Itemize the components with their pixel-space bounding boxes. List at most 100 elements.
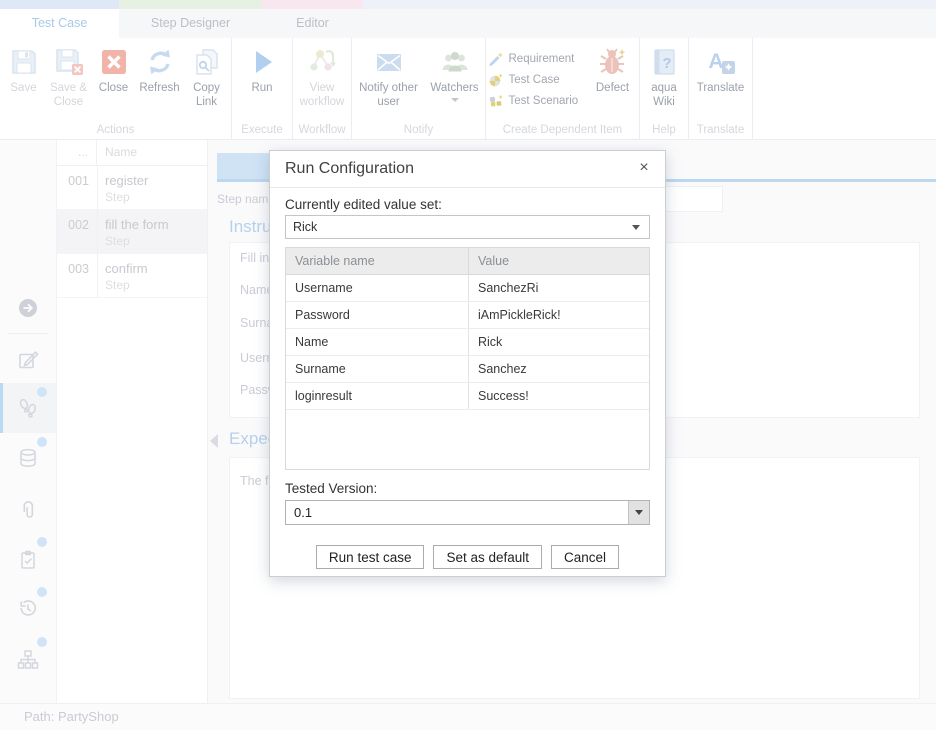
ribbon-group-notify: Notify other user Watchers Notify xyxy=(352,38,486,139)
table-row-loginresult[interactable]: loginresult Success! xyxy=(286,383,649,410)
save-icon xyxy=(8,46,40,78)
ribbon-group-create-dependent-item: Requirement Test Case Test Scenario xyxy=(486,38,640,139)
svg-text:?: ? xyxy=(662,55,671,72)
ribbon-group-actions: Save Save & Close Close xyxy=(0,38,232,139)
run-label: Run xyxy=(251,81,272,95)
notify-other-user-button[interactable]: Notify other user xyxy=(353,44,425,109)
value-set-select[interactable]: Rick xyxy=(285,215,650,239)
variable-name-cell: loginresult xyxy=(286,383,469,409)
variable-value-cell: Success! xyxy=(469,383,649,409)
view-workflow-button[interactable]: View workflow xyxy=(294,44,350,109)
step-number: 002 xyxy=(57,218,97,254)
save-and-close-label: Save & Close xyxy=(46,81,92,109)
table-row-password[interactable]: Password iAmPickleRick! xyxy=(286,302,649,329)
sidebar-item-go[interactable] xyxy=(0,283,56,333)
active-item-indicator xyxy=(0,383,3,433)
sidebar-item-history[interactable] xyxy=(0,583,56,633)
refresh-icon xyxy=(144,46,176,78)
table-row-username[interactable]: Username SanchezRi xyxy=(286,275,649,302)
step-number: 003 xyxy=(57,262,97,298)
step-type: Step xyxy=(105,234,130,248)
envelope-icon xyxy=(373,46,405,78)
collapse-section-icon[interactable] xyxy=(210,434,218,448)
close-button[interactable]: Close xyxy=(92,44,136,95)
ribbon-group-label-workflow: Workflow xyxy=(293,124,351,136)
tab-strip-rest xyxy=(363,0,936,9)
create-test-case-button[interactable]: Test Case xyxy=(488,69,588,90)
set-as-default-button[interactable]: Set as default xyxy=(433,545,542,569)
tab-test-case[interactable]: Test Case xyxy=(0,9,119,38)
tested-version-combobox[interactable]: 0.1 xyxy=(285,500,650,525)
step-name: register xyxy=(105,173,148,188)
tab-strip-step-designer xyxy=(119,0,262,9)
save-label: Save xyxy=(10,81,36,95)
test-case-icon xyxy=(488,72,504,88)
history-icon xyxy=(17,597,39,619)
variable-value-cell: SanchezRi xyxy=(469,275,649,301)
sidebar-item-hierarchy[interactable] xyxy=(0,635,56,685)
run-button[interactable]: Run xyxy=(238,44,286,95)
bug-icon xyxy=(597,46,629,78)
ribbon-group-label-actions: Actions xyxy=(0,124,231,136)
copy-link-label: Copy Link xyxy=(184,81,230,109)
sidebar-item-steps[interactable] xyxy=(0,383,56,433)
select-caret-icon xyxy=(632,225,640,230)
save-close-icon xyxy=(53,46,85,78)
ribbon-tab-bar: Test Case Step Designer Editor xyxy=(0,9,936,38)
steps-notification-badge xyxy=(37,387,47,397)
sidebar-item-data[interactable] xyxy=(0,433,56,483)
step-row-fill-the-form[interactable]: 002 fill the form Step xyxy=(57,210,208,254)
copy-link-button[interactable]: Copy Link xyxy=(184,44,230,109)
notify-other-user-label: Notify other user xyxy=(353,81,425,109)
step-list: ... Name 001 register Step 002 fill the … xyxy=(56,140,207,703)
translate-button[interactable]: A Translate xyxy=(693,44,749,95)
tab-editor[interactable]: Editor xyxy=(262,9,363,38)
run-configuration-dialog: Run Configuration × Currently edited val… xyxy=(269,150,666,577)
requirement-icon xyxy=(488,51,504,67)
table-row-name[interactable]: Name Rick xyxy=(286,329,649,356)
tab-step-designer[interactable]: Step Designer xyxy=(119,9,262,38)
attachment-icon xyxy=(17,499,39,521)
dialog-close-icon[interactable]: × xyxy=(633,151,655,187)
view-workflow-label: View workflow xyxy=(294,81,350,109)
ribbon-group-translate: A Translate Translate xyxy=(689,38,753,139)
run-test-case-button[interactable]: Run test case xyxy=(316,545,425,569)
watchers-button[interactable]: Watchers xyxy=(425,44,485,102)
tested-version-label: Tested Version: xyxy=(285,481,650,496)
step-list-header-index: ... xyxy=(57,140,97,165)
copy-link-icon xyxy=(191,46,223,78)
cancel-button[interactable]: Cancel xyxy=(551,545,619,569)
save-button[interactable]: Save xyxy=(2,44,46,95)
step-row-register[interactable]: 001 register Step xyxy=(57,166,208,210)
instructions-heading: Instru xyxy=(229,217,272,237)
step-name: fill the form xyxy=(105,217,169,232)
combobox-caret-icon xyxy=(635,510,643,515)
step-name-label: Step nam xyxy=(217,192,268,206)
create-requirement-button[interactable]: Requirement xyxy=(488,48,588,69)
steps-icon xyxy=(16,396,40,420)
tab-strip-test-case xyxy=(0,0,119,9)
sidebar-item-edit[interactable] xyxy=(0,335,56,385)
table-row-surname[interactable]: Surname Sanchez xyxy=(286,356,649,383)
value-set-selected-value: Rick xyxy=(293,220,317,234)
create-test-scenario-button[interactable]: Test Scenario xyxy=(488,90,588,111)
column-header-variable-name: Variable name xyxy=(286,248,469,274)
ribbon: Save Save & Close Close xyxy=(0,38,936,140)
hierarchy-notification-badge xyxy=(37,637,47,647)
column-header-value: Value xyxy=(469,248,649,274)
app-window: Test Case Step Designer Editor Save Save… xyxy=(0,0,936,730)
close-label: Close xyxy=(99,81,128,95)
create-requirement-label: Requirement xyxy=(509,53,575,65)
ribbon-group-help: ? aqua Wiki Help xyxy=(640,38,689,139)
refresh-button[interactable]: Refresh xyxy=(136,44,184,95)
sidebar-item-attachments[interactable] xyxy=(0,485,56,535)
create-defect-button[interactable]: Defect xyxy=(588,44,638,95)
sidebar-item-tasks[interactable] xyxy=(0,535,56,585)
test-scenario-icon xyxy=(488,93,504,109)
ribbon-group-label-notify: Notify xyxy=(352,124,485,136)
step-row-confirm[interactable]: 003 confirm Step xyxy=(57,254,208,298)
save-and-close-button[interactable]: Save & Close xyxy=(46,44,92,109)
dialog-title: Run Configuration xyxy=(285,151,414,187)
hierarchy-icon xyxy=(16,648,40,672)
aqua-wiki-button[interactable]: ? aqua Wiki xyxy=(641,44,687,109)
